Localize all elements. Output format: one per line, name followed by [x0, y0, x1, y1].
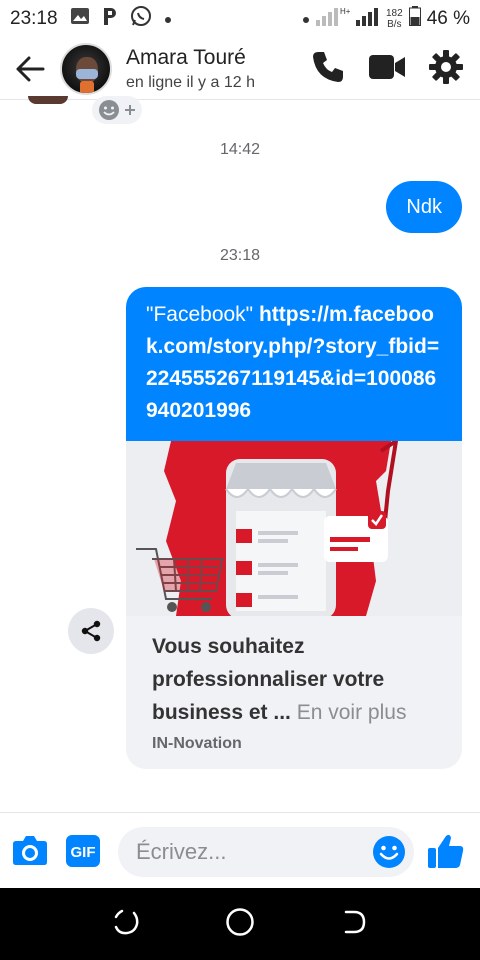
link-preview-title: Vous souhaitez professionnaliser votre b…	[152, 630, 436, 729]
signal-icon: H+	[316, 6, 351, 32]
add-reaction-button[interactable]	[92, 96, 142, 124]
data-speed-value: 182	[386, 8, 403, 19]
svg-text:H+: H+	[340, 7, 350, 16]
link-quote: "Facebook"	[146, 303, 254, 326]
video-camera-icon	[369, 54, 405, 79]
home-button[interactable]	[225, 907, 255, 942]
chat-header: Amara Touré en ligne il y a 12 h	[0, 38, 480, 100]
emoji-button[interactable]	[372, 835, 406, 874]
contact-info[interactable]: Amara Touré en ligne il y a 12 h	[126, 46, 255, 92]
link-preview-source: IN-Novation	[152, 735, 242, 752]
link-preview-image[interactable]	[126, 441, 462, 616]
settings-button[interactable]	[428, 49, 464, 90]
gear-icon	[429, 49, 463, 84]
contact-name: Amara Touré	[126, 45, 246, 69]
contact-avatar[interactable]	[60, 42, 112, 95]
message-input[interactable]	[118, 827, 348, 877]
back-button[interactable]	[0, 39, 60, 99]
link-message-text: "Facebook" https://m.facebook.com/story.…	[126, 287, 462, 441]
data-speed-unit: B/s	[387, 19, 402, 30]
p-app-icon	[102, 6, 118, 32]
dot-icon	[164, 8, 172, 30]
link-message[interactable]: "Facebook" https://m.facebook.com/story.…	[126, 287, 462, 769]
sender-avatar	[28, 96, 68, 104]
gif-icon: GIF	[66, 835, 100, 867]
message-composer: GIF	[0, 812, 480, 888]
video-call-button[interactable]	[368, 52, 406, 87]
contact-status: en ligne il y a 12 h	[126, 73, 255, 91]
arrow-left-icon	[16, 56, 45, 81]
back-nav-icon	[344, 910, 365, 933]
battery-icon	[408, 6, 421, 32]
like-button[interactable]	[426, 831, 466, 876]
dot-icon	[302, 8, 310, 30]
share-icon	[81, 620, 101, 642]
data-speed: 182 B/s	[386, 8, 403, 30]
call-button[interactable]	[310, 49, 346, 90]
status-time: 23:18	[10, 8, 58, 29]
smiley-icon	[99, 100, 119, 120]
camera-button[interactable]	[12, 833, 48, 872]
gif-button[interactable]: GIF	[66, 835, 100, 872]
share-button[interactable]	[68, 608, 114, 654]
status-bar: 23:18 H+ 182 B/s 46 %	[0, 0, 480, 38]
plus-icon	[125, 105, 135, 115]
message-input-wrapper[interactable]	[118, 827, 414, 877]
outgoing-message[interactable]: Ndk	[386, 181, 462, 233]
system-navigation-bar	[0, 888, 480, 960]
whatsapp-icon	[130, 5, 152, 33]
gallery-icon	[70, 7, 90, 31]
camera-icon	[13, 836, 47, 865]
phone-icon	[313, 51, 343, 82]
home-circle-icon	[226, 907, 254, 936]
svg-text:GIF: GIF	[71, 844, 96, 861]
message-timestamp: 14:42	[219, 141, 261, 158]
signal-icon-2	[356, 6, 380, 32]
link-preview-details[interactable]: Vous souhaitez professionnaliser votre b…	[126, 616, 462, 769]
recent-apps-button[interactable]	[112, 908, 140, 941]
message-list[interactable]: 14:42 Ndk 23:18 "Facebook" https://m.fac…	[0, 96, 480, 812]
shop-illustration	[126, 441, 462, 616]
smiley-icon	[373, 836, 405, 868]
thumbs-up-icon	[428, 834, 464, 868]
recent-apps-icon	[115, 909, 139, 934]
message-timestamp: 23:18	[219, 247, 261, 264]
see-more-link[interactable]: En voir plus	[297, 701, 407, 724]
battery-level: 46 %	[426, 8, 470, 29]
back-nav-button[interactable]	[340, 908, 368, 941]
